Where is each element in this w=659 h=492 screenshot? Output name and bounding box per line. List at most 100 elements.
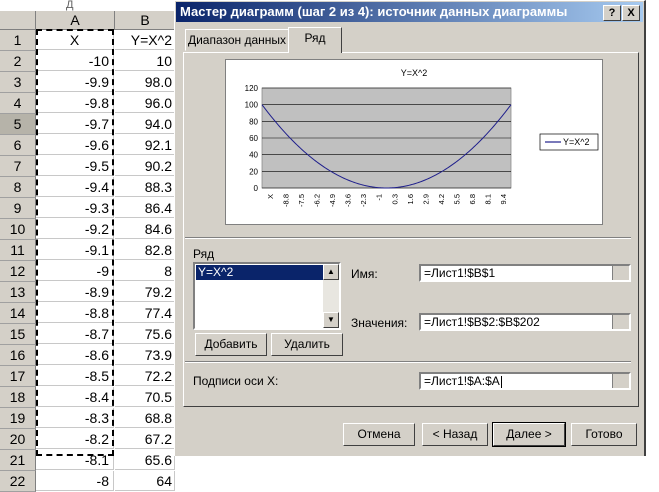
row-header[interactable]: 13 xyxy=(0,282,36,303)
row-header[interactable]: 20 xyxy=(0,429,36,450)
cell-b[interactable]: 8 xyxy=(115,261,175,281)
cell-a[interactable]: -8.2 xyxy=(36,429,114,449)
cell-a[interactable]: -9.4 xyxy=(36,177,114,197)
y-tick-label: 20 xyxy=(249,167,258,176)
cell-a[interactable]: -9 xyxy=(36,261,114,281)
collapse-dialog-icon[interactable] xyxy=(612,315,629,329)
cell-b[interactable]: 70.5 xyxy=(115,387,175,407)
cell-a[interactable]: -9.1 xyxy=(36,240,114,260)
collapse-dialog-icon[interactable] xyxy=(612,266,629,280)
cell-a[interactable]: -10 xyxy=(36,51,114,71)
series-list-item[interactable]: Y=X^2 xyxy=(196,265,324,280)
cell-a[interactable]: X xyxy=(36,30,114,50)
row-header[interactable]: 21 xyxy=(0,450,36,471)
close-button[interactable]: X xyxy=(622,5,640,21)
cell-a[interactable]: -8.6 xyxy=(36,345,114,365)
series-listbox[interactable]: Y=X^2 ▲ ▼ xyxy=(193,262,341,330)
collapse-dialog-icon[interactable] xyxy=(612,374,629,388)
x-labels-field[interactable]: =Лист1!$A:$A xyxy=(419,372,631,390)
row-header[interactable]: 9 xyxy=(0,198,36,219)
series-section-label: Ряд xyxy=(193,247,214,261)
cell-b[interactable]: 68.8 xyxy=(115,408,175,428)
cell-a[interactable]: -8.8 xyxy=(36,303,114,323)
row-header[interactable]: 18 xyxy=(0,387,36,408)
back-button[interactable]: < Назад xyxy=(422,423,488,446)
x-tick-label: 9.4 xyxy=(499,194,508,204)
row-header[interactable]: 17 xyxy=(0,366,36,387)
row-header[interactable]: 10 xyxy=(0,219,36,240)
cell-b[interactable]: Y=X^2 xyxy=(115,30,175,50)
row-header[interactable]: 11 xyxy=(0,240,36,261)
y-tick-label: 80 xyxy=(249,117,258,126)
row-header[interactable]: 5 xyxy=(0,114,36,135)
cell-b[interactable]: 65.6 xyxy=(115,450,175,470)
name-field[interactable]: =Лист1!$B$1 xyxy=(419,264,631,282)
row-header[interactable]: 3 xyxy=(0,72,36,93)
cell-a[interactable]: -9.8 xyxy=(36,93,114,113)
row-header[interactable]: 22 xyxy=(0,471,36,492)
row-header[interactable]: 8 xyxy=(0,177,36,198)
cell-b[interactable]: 94.0 xyxy=(115,114,175,134)
finish-button[interactable]: Готово xyxy=(571,423,637,446)
cell-b[interactable]: 67.2 xyxy=(115,429,175,449)
cell-b[interactable]: 86.4 xyxy=(115,198,175,218)
row-header[interactable]: 7 xyxy=(0,156,36,177)
scroll-down-icon[interactable]: ▼ xyxy=(323,312,339,328)
cell-a[interactable]: -8.9 xyxy=(36,282,114,302)
cell-a[interactable]: -8.3 xyxy=(36,408,114,428)
dialog-titlebar[interactable]: Мастер диаграмм (шаг 2 из 4): источник д… xyxy=(176,2,643,22)
row-header[interactable]: 19 xyxy=(0,408,36,429)
cell-b[interactable]: 88.3 xyxy=(115,177,175,197)
values-field[interactable]: =Лист1!$B$2:$B$202 xyxy=(419,313,631,331)
cell-a[interactable]: -9.7 xyxy=(36,114,114,134)
cell-b[interactable]: 72.2 xyxy=(115,366,175,386)
cell-b[interactable]: 10 xyxy=(115,51,175,71)
cell-a[interactable]: -8 xyxy=(36,471,114,491)
add-series-button[interactable]: Добавить xyxy=(195,333,267,356)
cell-b[interactable]: 73.9 xyxy=(115,345,175,365)
row-header[interactable]: 12 xyxy=(0,261,36,282)
column-header-a[interactable]: A xyxy=(36,11,115,30)
row-header[interactable]: 1 xyxy=(0,30,36,51)
cell-b[interactable]: 79.2 xyxy=(115,282,175,302)
chart-svg: Y=X^2 020406080100120X-8.8-7.5-6.2-4.9-3… xyxy=(226,60,602,224)
x-tick-label: -4.9 xyxy=(328,194,337,207)
cell-a[interactable]: -8.7 xyxy=(36,324,114,344)
row-header[interactable]: 14 xyxy=(0,303,36,324)
cell-b[interactable]: 92.1 xyxy=(115,135,175,155)
select-all-corner[interactable] xyxy=(0,11,36,30)
cell-a[interactable]: -9.6 xyxy=(36,135,114,155)
row-header[interactable]: 6 xyxy=(0,135,36,156)
cell-a[interactable]: -8.5 xyxy=(36,366,114,386)
tab-data-range[interactable]: Диапазон данных xyxy=(185,29,289,51)
cell-a[interactable]: -9.2 xyxy=(36,219,114,239)
delete-series-button[interactable]: Удалить xyxy=(271,333,343,356)
cell-b[interactable]: 64 xyxy=(115,471,175,491)
cell-a[interactable]: -8.1 xyxy=(36,450,114,470)
tab-series[interactable]: Ряд xyxy=(288,27,342,53)
cell-b[interactable]: 98.0 xyxy=(115,72,175,92)
row-header[interactable]: 16 xyxy=(0,345,36,366)
cell-a[interactable]: -9.3 xyxy=(36,198,114,218)
cell-b[interactable]: 90.2 xyxy=(115,156,175,176)
cell-b[interactable]: 96.0 xyxy=(115,93,175,113)
cell-b[interactable]: 84.6 xyxy=(115,219,175,239)
x-tick-label: 6.8 xyxy=(468,194,477,204)
cell-b[interactable]: 82.8 xyxy=(115,240,175,260)
cell-b[interactable]: 77.4 xyxy=(115,303,175,323)
column-header-b[interactable]: B xyxy=(115,11,176,30)
help-button[interactable]: ? xyxy=(603,5,621,21)
cell-a[interactable]: -9.9 xyxy=(36,72,114,92)
next-button[interactable]: Далее > xyxy=(493,423,565,446)
series-list-scrollbar[interactable]: ▲ ▼ xyxy=(323,264,339,328)
cancel-button[interactable]: Отмена xyxy=(343,423,415,446)
cell-b[interactable]: 75.6 xyxy=(115,324,175,344)
cell-a[interactable]: -9.5 xyxy=(36,156,114,176)
row-header[interactable]: 2 xyxy=(0,51,36,72)
name-field-value: =Лист1!$B$1 xyxy=(424,266,495,280)
cell-a[interactable]: -8.4 xyxy=(36,387,114,407)
row-header[interactable]: 15 xyxy=(0,324,36,345)
scroll-up-icon[interactable]: ▲ xyxy=(323,264,339,280)
y-tick-label: 100 xyxy=(245,101,259,110)
row-header[interactable]: 4 xyxy=(0,93,36,114)
